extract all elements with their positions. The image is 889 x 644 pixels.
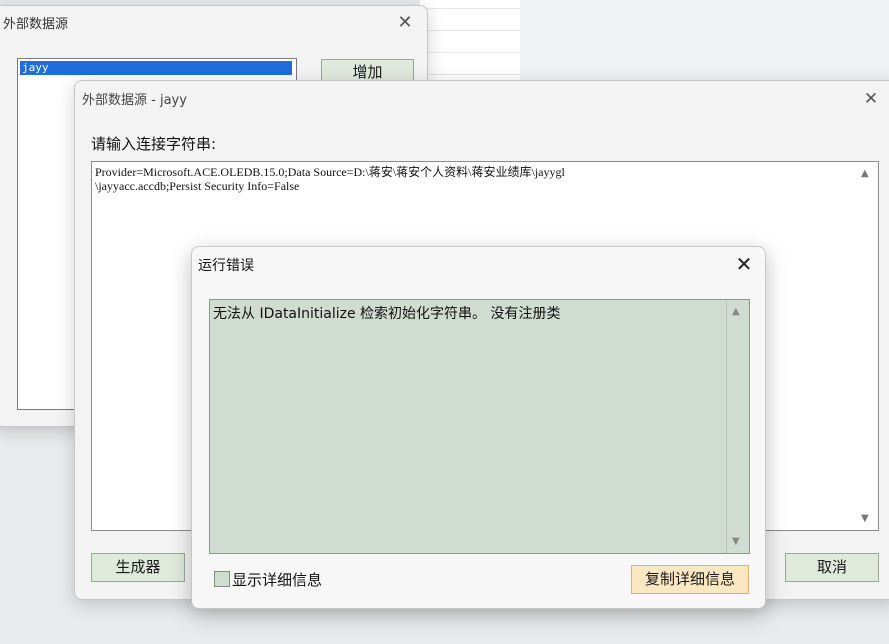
show-details-label[interactable]: 显示详细信息 [232,569,322,590]
close-icon[interactable]: ✕ [856,87,886,111]
scroll-down-icon[interactable]: ▼ [732,536,740,547]
window-title: 外部数据源 - jayy [82,93,187,108]
error-message-text: 无法从 IDataInitialize 检索初始化字符串。 没有注册类 [213,306,561,322]
runtime-error-dialog: 运行错误 ✕ 无法从 IDataInitialize 检索初始化字符串。 没有注… [191,246,766,609]
copy-details-button[interactable]: 复制详细信息 [631,565,749,594]
scrollbar[interactable]: ▲ ▼ [856,162,878,530]
connection-string-text[interactable]: Provider=Microsoft.ACE.OLEDB.15.0;Data S… [95,165,835,193]
window-title: 外部数据源 [3,17,69,32]
show-details-checkbox[interactable] [214,571,230,587]
dialog-title: 运行错误 [198,258,254,274]
scroll-up-icon[interactable]: ▲ [732,306,740,317]
cancel-button[interactable]: 取消 [785,553,879,582]
scroll-down-icon[interactable]: ▼ [861,513,869,524]
background-area [520,0,889,80]
error-message-box[interactable]: 无法从 IDataInitialize 检索初始化字符串。 没有注册类 ▲ ▼ [209,299,750,554]
list-item[interactable]: jayy [20,61,292,75]
background-spreadsheet [150,0,521,80]
scrollbar[interactable]: ▲ ▼ [726,300,749,553]
close-icon[interactable]: ✕ [729,252,759,276]
scroll-up-icon[interactable]: ▲ [861,168,869,179]
generator-button[interactable]: 生成器 [91,553,185,582]
close-icon[interactable]: ✕ [390,11,420,35]
connection-prompt-label: 请输入连接字符串: [91,135,217,153]
